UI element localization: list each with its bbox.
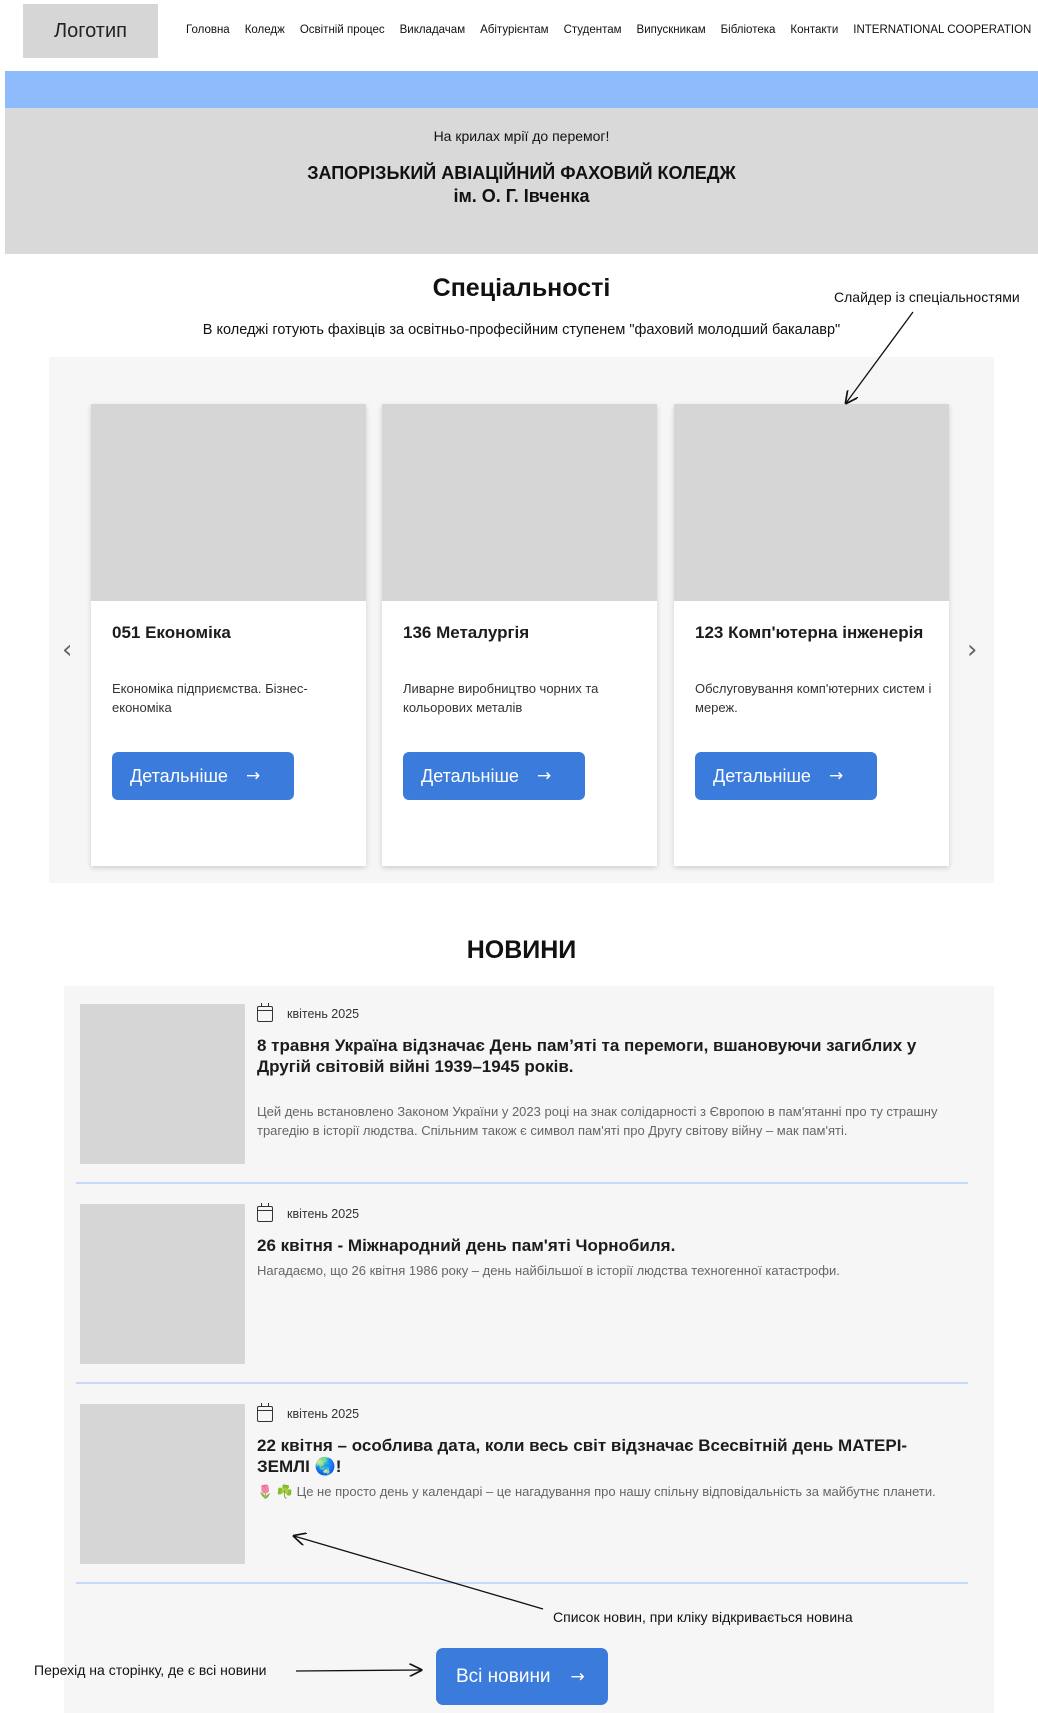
specialty-image [382,404,657,601]
calendar-icon [257,1003,273,1022]
hero-title: ЗАПОРІЗЬКИЙ АВІАЦІЙНИЙ ФАХОВИЙ КОЛЕДЖ ім… [5,162,1038,208]
details-button-label: Детальніше [713,765,811,786]
specialties-subtitle: В коледжі готують фахівців за освітньо-п… [202,322,841,338]
blue-banner [5,71,1038,108]
news-headline[interactable]: 22 квітня – особлива дата, коли весь сві… [257,1435,957,1477]
news-date-text: квітень 2025 [287,1007,360,1021]
nav-item-students[interactable]: Студентам [564,24,622,36]
news-title: НОВИНИ [466,936,577,964]
specialty-name: 123 Комп'ютерна інженерія [695,623,924,642]
nav-item-contacts[interactable]: Контакти [790,24,838,36]
details-button[interactable]: Детальніше → [403,752,585,800]
calendar-icon [257,1203,273,1222]
nav-item-teachers[interactable]: Викладачам [400,24,466,36]
specialty-image [674,404,949,601]
nav-item-college[interactable]: Коледж [245,24,285,36]
hero-title-line1: ЗАПОРІЗЬКИЙ АВІАЦІЙНИЙ ФАХОВИЙ КОЛЕДЖ [307,163,736,183]
news-item[interactable]: квітень 2025 26 квітня - Міжнародний ден… [80,1203,972,1364]
news-date: квітень 2025 [257,1203,360,1222]
nav-item-library[interactable]: Бібліотека [721,24,776,36]
news-divider [76,1582,968,1584]
chevron-left-icon[interactable]: ‹ [62,635,72,665]
news-excerpt: Цей день встановлено Законом України у 2… [257,1104,938,1138]
news-thumbnail [80,1004,245,1164]
calendar-icon [257,1403,273,1422]
details-button[interactable]: Детальніше → [695,752,877,800]
arrow-right-icon: → [536,766,552,786]
all-news-button[interactable]: Всі новини → [436,1648,608,1705]
specialty-card[interactable]: 051 Економіка Економіка підприємства. Бі… [91,404,366,866]
slider-annotation: Слайдер із спеціальностями [834,289,1020,305]
main-nav: Головна Коледж Освітній процес Викладача… [186,24,1031,36]
news-excerpt: Нагадаємо, що 26 квітня 1986 року – день… [257,1263,840,1278]
news-headline[interactable]: 8 травня Україна відзначає День пам’яті … [257,1035,957,1077]
chevron-right-icon[interactable]: › [967,635,977,665]
news-excerpt: 🌷 ☘️ Це не просто день у календарі – це … [257,1484,936,1499]
logo[interactable]: Логотип [23,4,158,58]
news-headline[interactable]: 26 квітня - Міжнародний день пам'яті Чор… [257,1235,957,1256]
specialty-name: 051 Економіка [112,623,231,642]
arrow-right-icon: → [828,766,844,786]
details-button-label: Детальніше [421,765,519,786]
news-divider [76,1182,968,1184]
news-list: квітень 2025 8 травня Україна відзначає … [64,986,994,1713]
details-button-label: Детальніше [130,765,228,786]
news-date: квітень 2025 [257,1403,360,1422]
all-news-button-label: Всі новини [456,1665,551,1687]
specialty-description: Обслуговування комп'ютерних систем і мер… [695,681,932,715]
specialties-slider: ‹ › 051 Економіка Економіка підприємства… [49,357,994,883]
news-item[interactable]: квітень 2025 22 квітня – особлива дата, … [80,1403,972,1564]
news-list-annotation: Список новин, при кліку відкривається но… [553,1609,853,1625]
specialty-image [91,404,366,601]
specialty-description: Економіка підприємства. Бізнес-економіка [112,681,308,715]
nav-item-applicants[interactable]: Абітурієнтам [480,24,548,36]
specialty-name: 136 Металургія [403,623,530,642]
specialty-card[interactable]: 136 Металургія Ливарне виробництво чорни… [382,404,657,866]
news-thumbnail [80,1204,245,1364]
specialty-card[interactable]: 123 Комп'ютерна інженерія Обслуговування… [674,404,949,866]
nav-item-international[interactable]: INTERNATIONAL COOPERATION [853,24,1031,36]
nav-item-graduates[interactable]: Випускникам [637,24,706,36]
hero-motto: На крилах мрії до перемог! [433,128,610,144]
nav-item-home[interactable]: Головна [186,24,230,36]
details-button[interactable]: Детальніше → [112,752,294,800]
all-news-annotation: Перехід на сторінку, де є всі новини [34,1662,267,1678]
news-date-text: квітень 2025 [287,1407,360,1421]
news-date: квітень 2025 [257,1003,360,1022]
news-date-text: квітень 2025 [287,1207,360,1221]
news-thumbnail [80,1404,245,1564]
news-item[interactable]: квітень 2025 8 травня Україна відзначає … [80,1003,972,1164]
arrow-right-icon: → [245,766,261,786]
arrow-right-icon: → [570,1666,585,1687]
hero-title-line2: ім. О. Г. Івченка [453,186,590,206]
specialty-description: Ливарне виробництво чорних та кольорових… [403,681,599,715]
news-divider [76,1382,968,1384]
hero-section: На крилах мрії до перемог! ЗАПОРІЗЬКИЙ А… [5,108,1038,254]
nav-item-education[interactable]: Освітній процес [300,24,385,36]
